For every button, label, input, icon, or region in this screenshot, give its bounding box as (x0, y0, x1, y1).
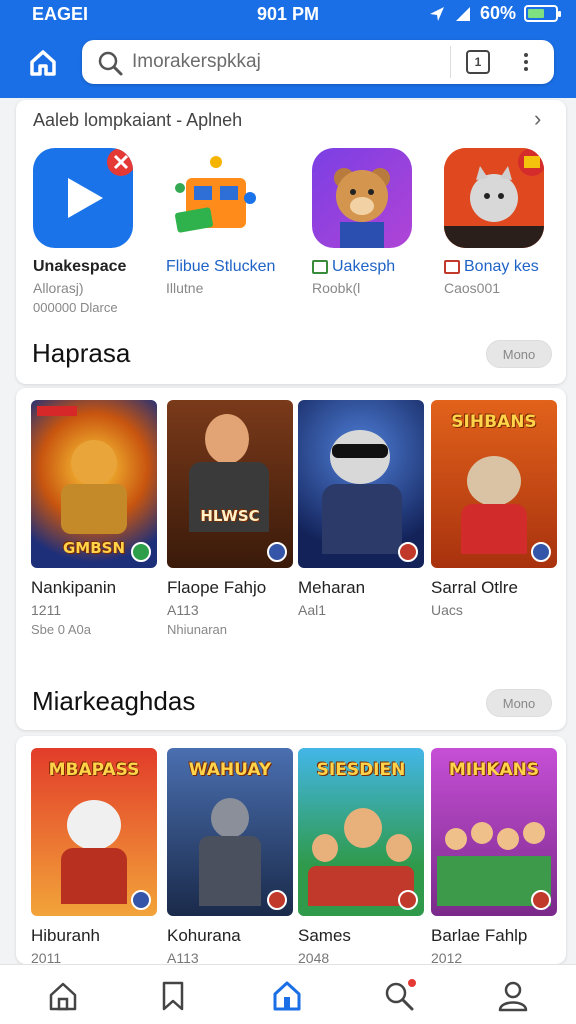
search-divider (450, 46, 451, 78)
location-icon (429, 6, 444, 21)
game-meta-2: Sbe 0 A0a (31, 622, 91, 637)
game-item[interactable]: GMBSN Nankipanin 1211 Sbe 0 A0a (31, 400, 157, 637)
poster-title: SIESDIEN (316, 760, 406, 780)
app-meta: Caos001 (444, 280, 501, 296)
game-meta: A113 (167, 602, 199, 618)
app-downloads: 000000 Dlarce (33, 300, 118, 315)
game-meta: 1211 (31, 602, 62, 618)
game-name: Kohurana (167, 926, 241, 945)
app-item[interactable]: Bonay kes Caos001 (444, 148, 562, 296)
app-bar: Imorakerspkkaj 1 (0, 30, 576, 98)
section-title: Haprasa (32, 338, 131, 368)
app-small-icon (444, 260, 460, 274)
app-name: Bonay kes (464, 258, 539, 275)
game-meta-2: Nhiunaran (167, 622, 227, 637)
game-meta: 2048 (298, 950, 330, 964)
bear-app-icon (312, 148, 412, 248)
app-small-icon (312, 260, 328, 274)
game-item[interactable]: MIHKANS Barlae Fahlp 2012 (431, 748, 557, 964)
game-poster: GMBSN (31, 400, 157, 568)
section-title: Miarkeaghdas (32, 686, 196, 716)
game-item[interactable]: SIESDIEN Sames 2048 (298, 748, 424, 964)
nav-profile[interactable] (496, 979, 530, 1013)
notification-dot (408, 979, 416, 987)
home-logo-button[interactable] (28, 48, 58, 78)
game-poster (298, 400, 424, 568)
bottom-nav (0, 964, 576, 1024)
app-item[interactable]: Uakesph Roobk(l (312, 148, 430, 296)
games-card: GMBSN Nankipanin 1211 Sbe 0 A0a HLWSC Fl… (16, 388, 566, 730)
tabs-button[interactable]: 1 (466, 50, 490, 74)
game-poster: WAHUAY (167, 748, 293, 916)
nav-search[interactable] (382, 979, 416, 1013)
battery-icon (524, 5, 561, 22)
game-item[interactable]: Meharan Aal1 (298, 400, 424, 618)
nav-store[interactable] (270, 979, 304, 1013)
bookmark-icon (162, 981, 184, 1011)
shop-app-icon (166, 148, 266, 248)
game-name: Flaope Fahjo (167, 578, 267, 597)
more-button[interactable]: Mono (486, 689, 552, 717)
poster-title: MBAPASS (48, 760, 140, 780)
game-item[interactable]: MBAPASS Hiburanh 2011 (31, 748, 157, 964)
game-poster: HLWSC (167, 400, 293, 568)
app-item[interactable]: Unakespace Allorasj) 000000 Dlarce (33, 148, 151, 315)
game-poster: MBAPASS (31, 748, 157, 916)
home-icon (49, 982, 77, 1011)
poster-title: HLWSC (200, 507, 260, 525)
home-icon (30, 50, 56, 76)
app-name: Flibue Stlucken (166, 258, 276, 275)
game-name: Hiburanh (31, 926, 100, 945)
game-poster: SIHBANS (431, 400, 557, 568)
game-meta: Aal1 (298, 602, 327, 618)
app-item[interactable]: Flibue Stlucken Illutne (166, 148, 284, 296)
app-name: Uakesph (332, 258, 396, 275)
game-meta: 2011 (31, 950, 62, 964)
game-name: Barlae Fahlp (431, 926, 528, 945)
cat-app-icon (444, 148, 544, 248)
game-item[interactable]: WAHUAY Kohurana A113 (167, 748, 293, 964)
poster-title: WAHUAY (188, 760, 272, 780)
profile-icon (498, 981, 528, 1012)
app-name: Unakespace (33, 258, 127, 275)
game-meta: 2012 (431, 950, 463, 964)
nav-bookmarks[interactable] (156, 979, 190, 1013)
game-name: Meharan (298, 578, 366, 597)
games-card: MBAPASS Hiburanh 2011 WAHUAY Kohurana A1… (16, 736, 566, 964)
battery-percent: 60% (479, 3, 516, 23)
game-item[interactable]: SIHBANS Sarral Otlre Uacs (431, 400, 557, 618)
poster-title: MIHKANS (448, 760, 540, 780)
app-meta: Roobk(l (312, 280, 361, 296)
app-meta: Allorasj) (33, 280, 84, 296)
game-name: Sames (298, 926, 351, 945)
game-meta: Uacs (431, 602, 463, 618)
status-bar: EAGEI 901 PM 60% (0, 0, 576, 30)
game-item[interactable]: HLWSC Flaope Fahjo A113 Nhiunaran (167, 400, 293, 637)
search-bar[interactable]: Imorakerspkkaj 1 (82, 40, 554, 84)
poster-title: SIHBANS (451, 412, 537, 432)
store-home-icon (273, 981, 301, 1011)
chevron-right-icon[interactable]: › (534, 106, 541, 132)
signal-icon (455, 6, 470, 21)
more-button[interactable]: Mono (486, 340, 552, 368)
game-poster: MIHKANS (431, 748, 557, 916)
game-meta: A113 (167, 950, 199, 964)
play-app-icon (33, 148, 133, 248)
app-meta: Illutne (166, 280, 204, 296)
game-name: Sarral Otlre (431, 578, 518, 597)
featured-header: Aaleb lompkaiant - Aplneh (33, 110, 243, 130)
search-icon (98, 51, 123, 76)
status-icons: 60% (428, 3, 561, 24)
game-poster: SIESDIEN (298, 748, 424, 916)
game-name: Nankipanin (31, 578, 117, 597)
search-input[interactable]: Imorakerspkkaj (132, 51, 261, 73)
nav-home[interactable] (46, 979, 80, 1013)
overflow-menu-icon[interactable] (518, 50, 534, 74)
